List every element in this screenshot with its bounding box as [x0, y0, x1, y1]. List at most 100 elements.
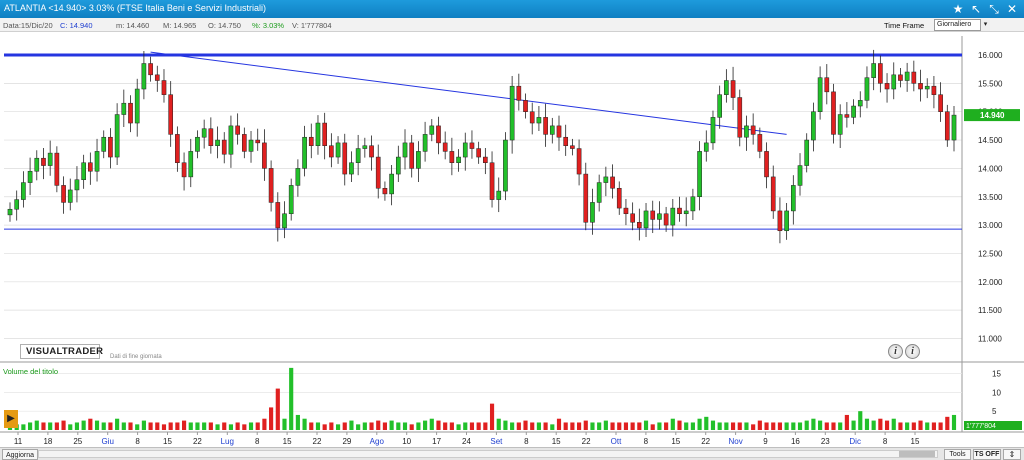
candle-body [61, 185, 66, 203]
candle-body [610, 176, 615, 189]
title-bar: ATLANTIA <14.940> 3.03% (FTSE Italia Ben… [0, 0, 1024, 18]
volume-bar [938, 422, 943, 430]
volume-bar [315, 422, 321, 430]
volume-bar [74, 422, 80, 430]
info-date: Data:15/Dic/20 [3, 21, 53, 30]
volume-current-label: 1'777'804 [966, 423, 996, 430]
volume-bar [503, 420, 508, 430]
volume-bar [94, 420, 100, 430]
candle-body [637, 222, 642, 229]
volume-bar [777, 422, 783, 430]
resize-icon[interactable]: ⤡ [986, 1, 1002, 17]
star-icon[interactable]: ★ [950, 1, 966, 17]
candle-body [88, 162, 93, 172]
volume-bar [349, 420, 354, 430]
candle-body [864, 77, 870, 101]
volume-tick-label: 10 [992, 388, 1001, 397]
info-icon[interactable]: i [888, 344, 903, 359]
price-tick-label: 12.000 [978, 278, 1003, 287]
refresh-button[interactable]: Aggiorna [2, 449, 39, 460]
volume-bar [530, 422, 535, 430]
volume-bar [570, 422, 575, 430]
volume-bar [838, 422, 843, 430]
info-pct: %: 3.03% [252, 21, 285, 30]
candle-body [382, 187, 388, 195]
volume-bar [858, 411, 863, 430]
tools-button[interactable]: Tools [944, 449, 971, 460]
volume-bar [945, 416, 950, 430]
volume-bar [704, 416, 709, 430]
volume-bar [905, 422, 910, 430]
volume-bar [737, 422, 742, 430]
candle-body [108, 136, 113, 158]
candle-body [516, 85, 522, 101]
volume-bar [269, 407, 274, 430]
candle-body [911, 71, 917, 84]
candle-body [101, 136, 107, 152]
candle-body [703, 142, 709, 152]
chevron-down-icon[interactable]: ▾ [980, 19, 990, 31]
close-icon[interactable]: ✕ [1004, 1, 1020, 17]
candle-body [596, 182, 602, 203]
price-chart[interactable]: 16.00015.50015.00014.50014.00013.50013.0… [0, 32, 1024, 460]
day-label: 8 [135, 437, 140, 446]
volume-bar [577, 422, 582, 430]
candle-body [563, 136, 569, 146]
candle-body [349, 162, 354, 175]
data-source-note: Dati di fine giornata [110, 354, 162, 360]
volume-bar [563, 422, 568, 430]
volume-bar [423, 420, 428, 430]
day-label: 15 [283, 437, 292, 446]
price-tick-label: 13.500 [978, 193, 1003, 202]
volume-bar [141, 420, 146, 430]
scrollbar-thumb[interactable] [899, 451, 935, 457]
volume-bar [650, 424, 655, 430]
volume-bar [463, 422, 468, 430]
month-label: Nov [728, 437, 742, 446]
month-label: Lug [221, 437, 234, 446]
volume-bar [617, 422, 622, 430]
candle-body [335, 142, 341, 158]
chart-scrollbar[interactable] [38, 450, 938, 458]
volume-bar [322, 424, 327, 430]
candle-body [208, 128, 214, 146]
day-label: 23 [821, 437, 830, 446]
volume-bar [329, 422, 334, 430]
candle-body [161, 80, 167, 95]
candle-body [811, 111, 816, 141]
volume-bar [556, 418, 562, 430]
candle-body [690, 196, 696, 212]
candle-body [590, 202, 595, 223]
arrow-up-left-icon[interactable]: ↖ [968, 1, 984, 17]
volume-bar [757, 420, 762, 430]
month-label: Dic [849, 437, 861, 446]
candle-body [523, 100, 528, 112]
candle-body [857, 100, 863, 107]
volume-bar [791, 422, 796, 430]
candle-body [436, 125, 441, 144]
candle-body [509, 85, 515, 141]
price-tick-label: 14.000 [978, 164, 1003, 173]
candle-body [362, 145, 368, 149]
expand-button[interactable]: ⇕ [1003, 449, 1021, 460]
volume-panel-label: Volume del titolo [3, 367, 59, 376]
candle-body [322, 122, 327, 146]
candle-body [529, 111, 535, 124]
day-label: 10 [402, 437, 411, 446]
volume-bar [797, 422, 803, 430]
volume-bar [664, 422, 669, 430]
arrow-right-icon[interactable]: ▶ [4, 410, 18, 428]
volume-bar [302, 418, 307, 430]
price-tick-label: 16.000 [978, 51, 1003, 60]
candle-body [329, 145, 334, 158]
info-icon-2[interactable]: i [905, 344, 920, 359]
volume-bar [670, 418, 675, 430]
ts-off-button[interactable]: TS OFF [973, 449, 1001, 460]
volume-bar [289, 367, 294, 430]
volume-bar [643, 420, 649, 430]
volume-bar [925, 422, 930, 430]
candle-body [168, 94, 174, 135]
candle-body [750, 125, 756, 135]
info-close: C: 14.940 [60, 21, 93, 30]
volume-bar [697, 418, 702, 430]
